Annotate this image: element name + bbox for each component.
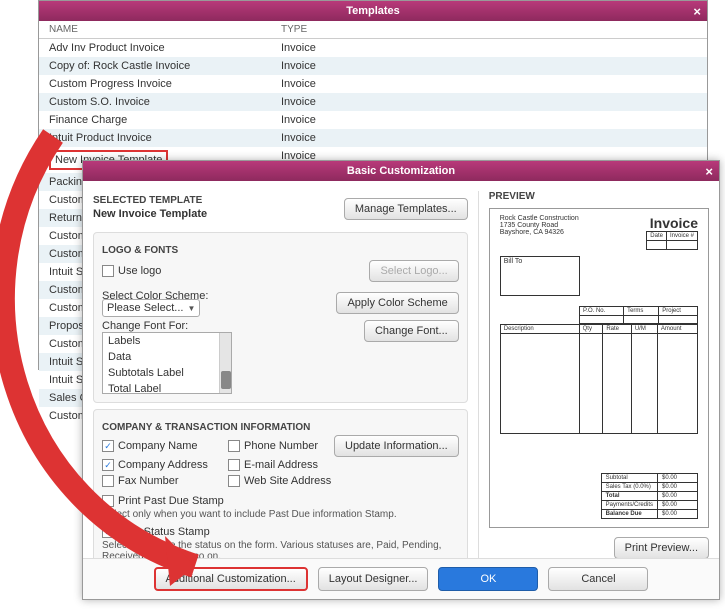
templates-title: Templates (346, 5, 400, 17)
fax-checkbox[interactable]: Fax Number (102, 475, 222, 487)
table-row[interactable]: Custom S.O. InvoiceInvoice (39, 93, 707, 111)
close-icon[interactable]: × (693, 4, 701, 19)
col-type: TYPE (281, 24, 697, 35)
table-row[interactable]: Adv Inv Product InvoiceInvoice (39, 39, 707, 57)
table-row[interactable]: Finance ChargeInvoice (39, 111, 707, 129)
templates-header: NAME TYPE (39, 21, 707, 39)
preview-label: PREVIEW (489, 191, 709, 202)
website-checkbox[interactable]: Web Site Address (228, 475, 331, 487)
basic-customization-window: Basic Customization × SELECTED TEMPLATE … (82, 160, 720, 600)
list-item[interactable]: Subtotals Label (103, 365, 231, 381)
selected-template-label: SELECTED TEMPLATE (93, 195, 338, 206)
invoice-preview: Rock Castle Construction 1735 County Roa… (489, 208, 709, 528)
table-row[interactable]: Intuit Product InvoiceInvoice (39, 129, 707, 147)
list-item[interactable]: Total Label (103, 381, 231, 394)
print-preview-button[interactable]: Print Preview... (614, 537, 709, 559)
past-due-note: Select only when you want to include Pas… (102, 509, 459, 520)
chevron-down-icon: ▼ (183, 304, 195, 313)
phone-checkbox[interactable]: Phone Number (228, 440, 328, 452)
list-item[interactable]: Labels (103, 333, 231, 349)
company-address-checkbox[interactable]: ✓Company Address (102, 459, 222, 471)
list-item[interactable]: Data (103, 349, 231, 365)
past-due-checkbox[interactable]: Print Past Due Stamp (102, 495, 459, 507)
customization-title: Basic Customization (347, 165, 455, 177)
use-logo-checkbox[interactable]: Use logo (102, 265, 161, 277)
manage-templates-button[interactable]: Manage Templates... (344, 198, 468, 220)
additional-customization-button[interactable]: Additional Customization... (154, 567, 308, 591)
cancel-button[interactable]: Cancel (548, 567, 648, 591)
status-stamp-checkbox[interactable]: ✓Print Status Stamp (102, 526, 459, 538)
template-name: New Invoice Template (93, 208, 338, 220)
dialog-footer: Additional Customization... Layout Desig… (83, 558, 719, 599)
templates-titlebar: Templates × (39, 1, 707, 21)
layout-designer-button[interactable]: Layout Designer... (318, 567, 429, 591)
change-font-label: Change Font For: (102, 320, 232, 332)
font-listbox[interactable]: Labels Data Subtotals Label Total Label (102, 332, 232, 394)
update-info-button[interactable]: Update Information... (334, 435, 459, 457)
ok-button[interactable]: OK (438, 567, 538, 591)
select-logo-button[interactable]: Select Logo... (369, 260, 458, 282)
customization-titlebar: Basic Customization × (83, 161, 719, 181)
col-name: NAME (49, 24, 281, 35)
close-icon[interactable]: × (705, 164, 713, 179)
apply-color-button[interactable]: Apply Color Scheme (336, 292, 458, 314)
scrollbar[interactable] (219, 333, 231, 393)
color-scheme-select[interactable]: Please Select...▼ (102, 299, 200, 317)
table-row[interactable]: Custom Progress InvoiceInvoice (39, 75, 707, 93)
table-row[interactable]: Copy of: Rock Castle InvoiceInvoice (39, 57, 707, 75)
email-checkbox[interactable]: E-mail Address (228, 459, 318, 471)
change-font-button[interactable]: Change Font... (364, 320, 459, 342)
company-name-checkbox[interactable]: ✓Company Name (102, 440, 222, 452)
logo-fonts-label: LOGO & FONTS (102, 245, 459, 256)
company-info-label: COMPANY & TRANSACTION INFORMATION (102, 422, 459, 433)
